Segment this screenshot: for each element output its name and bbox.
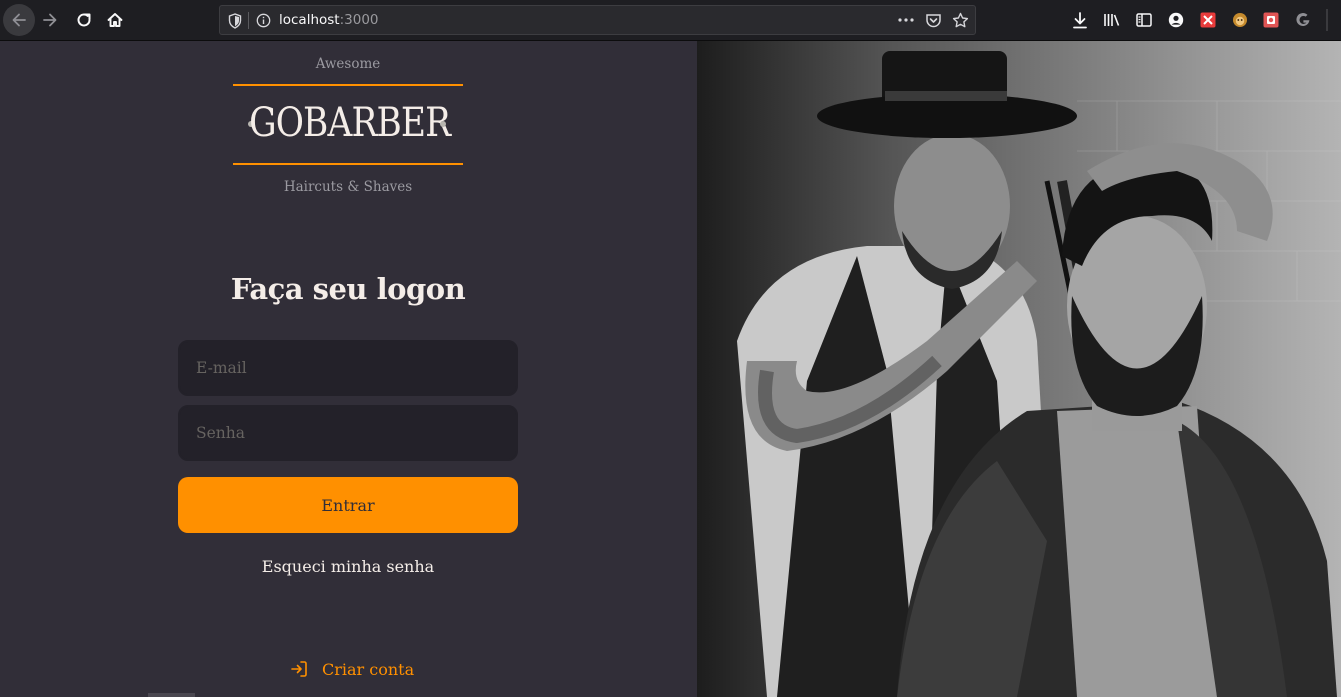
bookmark-star-icon[interactable]	[952, 12, 969, 29]
site-info-icon[interactable]	[256, 13, 271, 28]
extension-g-icon	[1296, 13, 1310, 27]
login-panel: Awesome GOBARBER Haircuts & Shaves Faça …	[0, 41, 697, 697]
pocket-icon[interactable]	[925, 12, 942, 29]
logo-bottom-text: Haircuts & Shaves	[283, 179, 413, 195]
forward-arrow-icon	[43, 13, 57, 27]
browser-toolbar: localhost:3000	[0, 0, 1341, 41]
toolbar-menu-edge	[1326, 9, 1328, 31]
sidebar-button[interactable]	[1135, 11, 1153, 29]
url-text[interactable]: localhost:3000	[279, 12, 379, 28]
library-icon	[1104, 14, 1120, 26]
gobarber-logo: Awesome GOBARBER Haircuts & Shaves	[233, 54, 463, 204]
url-port: :3000	[339, 12, 379, 28]
account-icon	[1168, 12, 1184, 28]
logo-divider-bottom	[233, 163, 463, 165]
library-button[interactable]	[1103, 11, 1121, 29]
barber-photo	[697, 41, 1341, 697]
download-button[interactable]	[1071, 11, 1089, 29]
barber-illustration	[697, 41, 1341, 697]
forward-button[interactable]	[34, 4, 66, 36]
reload-icon	[77, 13, 91, 27]
back-arrow-icon	[12, 13, 26, 27]
sidebar-icon	[1136, 13, 1152, 27]
home-button[interactable]	[99, 4, 131, 36]
form-title: Faça seu logon	[230, 272, 466, 306]
url-host: localhost	[279, 12, 340, 28]
create-account-label: Criar conta	[322, 659, 415, 679]
create-account-link[interactable]: Criar conta	[290, 658, 414, 680]
reload-button[interactable]	[68, 4, 100, 36]
address-bar[interactable]: localhost:3000	[219, 5, 976, 35]
extension-button-2[interactable]	[1231, 11, 1249, 29]
extension-button-3[interactable]	[1262, 11, 1280, 29]
back-button[interactable]	[3, 4, 35, 36]
account-button[interactable]	[1167, 11, 1185, 29]
log-in-icon	[291, 661, 307, 677]
tracking-shield-icon[interactable]	[228, 13, 242, 29]
logo-divider-top	[233, 84, 463, 86]
email-input[interactable]	[180, 342, 516, 394]
url-separator	[248, 12, 249, 29]
logo-wordmark: GOBARBER	[249, 100, 451, 146]
extension-button-1[interactable]	[1199, 11, 1217, 29]
logo-top-text: Awesome	[315, 56, 381, 72]
login-button[interactable]: Entrar	[178, 477, 518, 533]
extension-button-4[interactable]	[1294, 11, 1312, 29]
logo-dot-right	[440, 121, 446, 127]
password-field[interactable]	[178, 405, 518, 461]
password-input[interactable]	[180, 407, 516, 459]
forgot-password-link[interactable]: Esqueci minha senha	[178, 557, 518, 576]
extension-red-icon	[1200, 12, 1216, 28]
home-icon	[107, 13, 123, 27]
extension-red-square-icon	[1263, 12, 1279, 28]
more-actions-icon[interactable]	[896, 10, 916, 30]
page: Awesome GOBARBER Haircuts & Shaves Faça …	[0, 41, 1341, 697]
horizontal-scrollbar-thumb[interactable]	[148, 693, 195, 697]
download-icon	[1073, 11, 1087, 28]
email-field[interactable]	[178, 340, 518, 396]
extension-monkey-icon	[1233, 13, 1247, 27]
